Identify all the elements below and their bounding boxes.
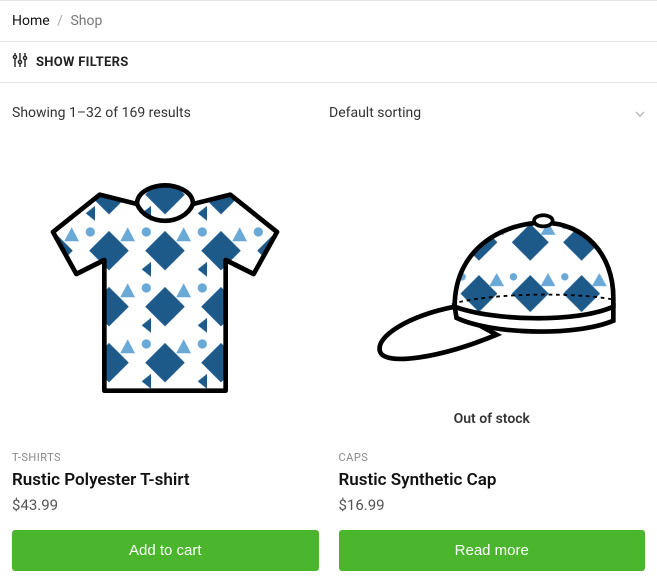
add-to-cart-button[interactable]: Add to cart [12,530,319,571]
sort-selected-label: Default sorting [329,105,421,121]
breadcrumb-current: Shop [70,13,102,29]
product-card: T-SHIRTS Rustic Polyester T-shirt $43.99… [12,143,319,571]
product-title[interactable]: Rustic Polyester T-shirt [12,470,319,490]
product-price: $16.99 [339,496,646,514]
product-grid: T-SHIRTS Rustic Polyester T-shirt $43.99… [0,121,657,583]
show-filters-button[interactable]: SHOW FILTERS [0,42,657,83]
breadcrumb: Home / Shop [0,0,657,42]
result-count: Showing 1–32 of 169 results [12,105,191,121]
product-price: $43.99 [12,496,319,514]
product-category[interactable]: T-SHIRTS [12,451,319,464]
breadcrumb-home[interactable]: Home [12,13,50,29]
breadcrumb-sep: / [57,13,63,29]
read-more-button[interactable]: Read more [339,530,646,571]
toolbar: Showing 1–32 of 169 results Default sort… [0,83,657,121]
product-thumbnail[interactable]: Out of stock [339,143,646,433]
sort-select[interactable]: Default sorting [329,105,645,121]
product-category[interactable]: CAPS [339,451,646,464]
show-filters-label: SHOW FILTERS [36,55,129,70]
product-title[interactable]: Rustic Synthetic Cap [339,470,646,490]
chevron-down-icon [635,105,645,121]
sliders-icon [12,52,28,72]
product-card: Out of stock CAPS Rustic Synthetic Cap $… [339,143,646,571]
out-of-stock-label: Out of stock [339,411,646,427]
product-thumbnail[interactable] [12,143,319,433]
